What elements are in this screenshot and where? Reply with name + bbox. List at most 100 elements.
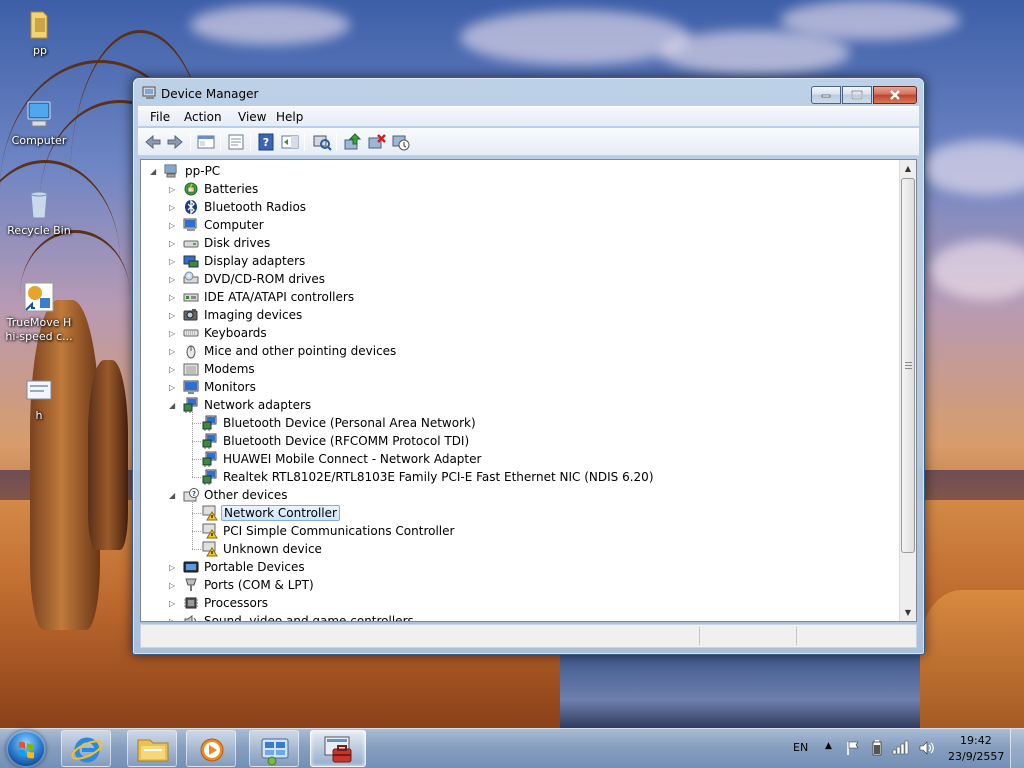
tree-device-node[interactable]: Realtek RTL8102E/RTL8103E Family PCI-E F… xyxy=(202,468,656,486)
network-signal-icon[interactable] xyxy=(892,739,910,755)
expand-triangle-icon[interactable]: ▷ xyxy=(169,347,178,356)
maximize-button[interactable] xyxy=(842,86,872,104)
taskbar-windows-explorer[interactable] xyxy=(127,730,177,767)
expand-triangle-icon[interactable]: ▷ xyxy=(169,293,178,302)
update-driver-icon[interactable] xyxy=(343,133,363,151)
tree-category-node[interactable]: ? Other devices xyxy=(183,486,290,504)
clock-date[interactable]: 23/9/2557 xyxy=(948,750,1004,763)
clock-time[interactable]: 19:42 xyxy=(960,734,992,747)
action-pane-icon[interactable] xyxy=(280,133,300,151)
tree-category-node[interactable]: IDE ATA/ATAPI controllers xyxy=(183,288,356,306)
menu-view[interactable]: View xyxy=(238,110,266,124)
tree-category-node[interactable]: Keyboards xyxy=(183,324,269,342)
tree-root-node[interactable]: pp-PC xyxy=(164,162,222,180)
svg-text:?: ? xyxy=(192,490,196,498)
expand-triangle-icon[interactable]: ▷ xyxy=(169,599,178,608)
back-arrow-icon[interactable] xyxy=(143,133,163,151)
taskbar-device-manager[interactable] xyxy=(310,730,366,767)
tree-device-node[interactable]: Network Controller xyxy=(202,504,340,522)
tree-category-node[interactable]: Disk drives xyxy=(183,234,272,252)
desktop-icon-user-folder[interactable]: pp xyxy=(2,8,78,58)
tree-category-node[interactable]: Sound, video and game controllers xyxy=(183,612,416,621)
battery-icon[interactable] xyxy=(871,739,883,757)
tree-category-node[interactable]: Portable Devices xyxy=(183,558,307,576)
scroll-up-arrow-icon[interactable]: ▲ xyxy=(900,160,916,177)
tree-category-node[interactable]: Computer xyxy=(183,216,266,234)
expand-triangle-icon[interactable]: ▷ xyxy=(169,617,178,621)
tree-category-node[interactable]: Bluetooth Radios xyxy=(183,198,308,216)
recycle-bin-icon xyxy=(22,188,56,222)
menu-help[interactable]: Help xyxy=(276,110,303,124)
scroll-down-arrow-icon[interactable]: ▼ xyxy=(900,604,916,621)
menu-file[interactable]: File xyxy=(150,110,170,124)
tree-device-node[interactable]: Unknown device xyxy=(202,540,324,558)
tree-node-label: Modems xyxy=(204,362,255,376)
desktop-icon-truemove[interactable]: TrueMove H hi-speed c... xyxy=(1,280,77,344)
sound-icon xyxy=(183,613,199,621)
desktop-icon-recycle-bin[interactable]: Recycle Bin xyxy=(1,188,77,238)
minimize-button[interactable] xyxy=(811,86,841,104)
tree-category-node[interactable]: Modems xyxy=(183,360,257,378)
port-icon xyxy=(183,577,199,593)
expand-triangle-icon[interactable]: ▷ xyxy=(169,329,178,338)
disable-icon[interactable] xyxy=(391,133,411,151)
forward-arrow-icon[interactable] xyxy=(165,133,185,151)
desktop-icon-computer[interactable]: Computer xyxy=(1,98,77,148)
taskbar-internet-explorer[interactable] xyxy=(61,730,111,767)
expand-triangle-icon[interactable]: ▷ xyxy=(169,185,178,194)
show-hide-console-tree-icon[interactable] xyxy=(196,133,216,151)
expand-triangle-icon[interactable]: ▷ xyxy=(169,275,178,284)
tree-category-node[interactable]: Imaging devices xyxy=(183,306,304,324)
expand-triangle-icon[interactable]: ▷ xyxy=(169,203,178,212)
scroll-thumb[interactable] xyxy=(901,178,915,553)
vertical-scrollbar[interactable]: ▲ ▼ xyxy=(899,160,916,621)
tree-category-node[interactable]: DVD/CD-ROM drives xyxy=(183,270,327,288)
tree-category-node[interactable]: Mice and other pointing devices xyxy=(183,342,398,360)
start-button[interactable] xyxy=(6,730,46,768)
expand-triangle-icon[interactable]: ▷ xyxy=(169,311,178,320)
tree-category-node[interactable]: Monitors xyxy=(183,378,258,396)
action-center-flag-icon[interactable] xyxy=(845,740,861,756)
close-button[interactable] xyxy=(873,86,917,104)
scan-hardware-icon[interactable] xyxy=(312,133,332,151)
device-tree[interactable]: ◢ pp-PC ▷ Batteries ▷ Bluetooth Radios ▷ Comput… xyxy=(140,159,917,622)
keyboard-icon xyxy=(183,325,199,341)
help-icon[interactable]: ? xyxy=(256,133,276,151)
language-indicator[interactable]: EN xyxy=(793,741,808,754)
window-title: Device Manager xyxy=(161,87,259,101)
tree-category-node[interactable]: Batteries xyxy=(183,180,260,198)
tree-category-node[interactable]: Network adapters xyxy=(183,396,313,414)
expand-triangle-icon[interactable]: ▷ xyxy=(169,239,178,248)
folder-icon xyxy=(23,8,57,42)
uninstall-icon[interactable] xyxy=(367,133,387,151)
tree-device-node[interactable]: PCI Simple Communications Controller xyxy=(202,522,456,540)
expand-triangle-icon[interactable]: ▷ xyxy=(169,563,178,572)
tree-category-node[interactable]: Display adapters xyxy=(183,252,307,270)
expand-triangle-icon[interactable]: ▷ xyxy=(169,365,178,374)
taskbar-media-player[interactable] xyxy=(186,730,236,767)
tree-device-node[interactable]: HUAWEI Mobile Connect - Network Adapter xyxy=(202,450,483,468)
expand-triangle-icon[interactable]: ▷ xyxy=(169,383,178,392)
windows-logo-icon xyxy=(19,741,34,759)
taskbar-network-center[interactable] xyxy=(249,730,299,767)
volume-icon[interactable] xyxy=(918,740,936,756)
tree-device-node[interactable]: Bluetooth Device (RFCOMM Protocol TDI) xyxy=(202,432,471,450)
collapse-triangle-icon[interactable]: ◢ xyxy=(169,491,178,500)
collapse-triangle-icon[interactable]: ◢ xyxy=(169,401,178,410)
desktop-icon-label: Computer xyxy=(11,134,67,147)
show-hidden-icons-icon[interactable]: ▲ xyxy=(825,741,832,751)
expand-triangle-icon[interactable]: ▷ xyxy=(169,581,178,590)
tree-category-node[interactable]: Processors xyxy=(183,594,270,612)
menu-action[interactable]: Action xyxy=(184,110,222,124)
tree-category-node[interactable]: Ports (COM & LPT) xyxy=(183,576,316,594)
expand-triangle-icon[interactable]: ▷ xyxy=(169,257,178,266)
tree-device-node[interactable]: Bluetooth Device (Personal Area Network) xyxy=(202,414,478,432)
properties-icon[interactable] xyxy=(226,133,246,151)
expand-triangle-icon[interactable]: ▷ xyxy=(169,221,178,230)
desktop-icon-h[interactable]: h xyxy=(1,373,77,423)
show-desktop-button[interactable] xyxy=(1010,729,1024,768)
internet-explorer-icon xyxy=(71,737,103,763)
title-bar[interactable]: Device Manager xyxy=(133,78,924,104)
tree-node-label: Unknown device xyxy=(223,542,322,556)
collapse-triangle-icon[interactable]: ◢ xyxy=(150,167,159,176)
